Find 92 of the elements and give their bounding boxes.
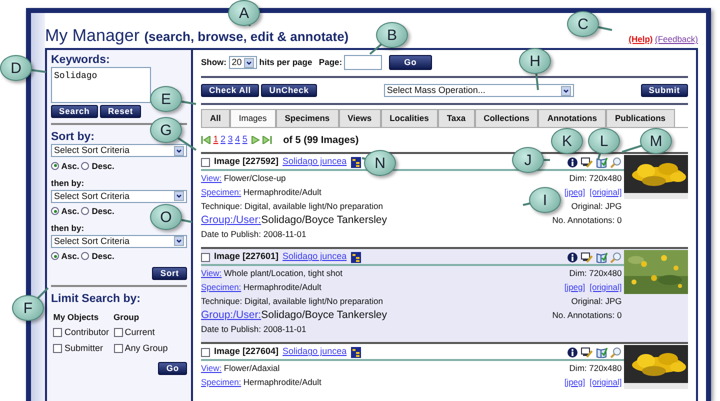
hits-label: hits per page [259, 56, 312, 70]
format-text: Original: JPG [570, 295, 622, 308]
file-link[interactable]: [jpeg] [564, 375, 586, 389]
checkbox-label: Contributor [64, 326, 110, 339]
dimensions-text: Dim: 720x480 [568, 267, 622, 280]
tab[interactable]: Views [338, 109, 381, 127]
feedback-link[interactable]: (Feedback) [655, 33, 698, 46]
sort-button[interactable]: Sort [152, 267, 187, 280]
image-title: Image [227601] [214, 250, 279, 264]
checkbox-label: Any Group [124, 342, 168, 355]
column-heading: My Objects [53, 310, 100, 324]
tab[interactable]: Taxa [438, 109, 475, 127]
check-all-button[interactable]: Check All [201, 84, 260, 98]
field-text: Technique: Digital, available light/No preparation [201, 200, 384, 213]
keywords-field[interactable]: Solidago [51, 67, 151, 103]
field-text: Date to Publish: 2008-11-01 [201, 323, 308, 336]
field-value: Flower/Adaxial [224, 362, 280, 375]
annotation-count: No. Annotations: 0 [552, 309, 622, 322]
radio-label: Desc. [92, 160, 114, 172]
page-link[interactable]: 3 [228, 133, 233, 147]
radio-label: Asc. [61, 160, 80, 172]
help-link[interactable]: (Help) [628, 33, 653, 46]
tab[interactable]: Annotations [538, 109, 606, 127]
page-link[interactable]: 1 [213, 133, 218, 147]
tab[interactable]: Images [230, 109, 276, 127]
submit-button[interactable]: Submit [640, 84, 688, 98]
page-label: Page: [318, 56, 342, 70]
owner-value: Solidago/Boyce Tankersley [261, 213, 387, 227]
checkbox-label: Submitter [64, 342, 104, 354]
radio-label: Desc. [92, 204, 114, 218]
tab[interactable]: Specimens [276, 109, 339, 127]
field-text: Date to Publish: 2008-11-01 [201, 228, 308, 241]
file-link[interactable]: [original] [590, 185, 622, 199]
page-link[interactable]: 4 [235, 133, 240, 147]
sort-select[interactable]: Select Sort Criteria [51, 190, 187, 202]
go-button[interactable]: Go [158, 362, 187, 375]
keywords-label: Keywords: [51, 53, 111, 67]
file-link[interactable]: [original] [590, 280, 622, 294]
field-link[interactable]: View: [201, 361, 222, 375]
dimensions-text: Dim: 720x480 [568, 172, 622, 185]
format-text: Original: JPG [570, 200, 622, 213]
radio-label: Desc. [92, 250, 114, 263]
sort-then-label: then by: [51, 222, 86, 235]
owner-value: Solidago/Boyce Tankersley [261, 308, 387, 322]
tab[interactable]: Collections [474, 109, 538, 127]
field-link[interactable]: Specimen: [201, 375, 242, 389]
group-user-link[interactable]: Group:/User: [201, 308, 262, 322]
sort-select[interactable]: Select Sort Criteria [51, 144, 187, 158]
search-button[interactable]: Search [51, 105, 98, 118]
annotation-count: No. Annotations: 0 [552, 214, 622, 227]
field-link[interactable]: Specimen: [201, 185, 242, 199]
sort-select[interactable]: Select Sort Criteria [51, 234, 187, 248]
field-value: Hermaphrodite/Adult [243, 281, 322, 294]
per-page-select[interactable]: 20 [228, 56, 258, 70]
field-link[interactable]: View: [201, 266, 222, 280]
dimensions-text: Dim: 720x480 [568, 362, 622, 375]
reset-button[interactable]: Reset [100, 105, 142, 118]
taxon-link[interactable]: Solidago juncea [282, 345, 347, 359]
taxon-link[interactable]: Solidago juncea [282, 155, 347, 169]
field-value: Flower/Close-up [224, 172, 286, 185]
field-value: Hermaphrodite/Adult [243, 186, 322, 199]
group-user-link[interactable]: Group:/User: [201, 213, 262, 227]
page-title: My Manager (search, browse, edit & annotate) [45, 25, 349, 47]
results-summary: of 5 (99 Images) [283, 134, 359, 148]
field-value: Hermaphrodite/Adult [243, 376, 322, 389]
sort-then-label: then by: [51, 176, 86, 190]
checkbox-label: Current [124, 326, 155, 339]
field-text: Technique: Digital, available light/No preparation [201, 295, 384, 308]
taxon-link[interactable]: Solidago juncea [282, 250, 347, 264]
column-heading: Group [114, 310, 140, 324]
uncheck-button[interactable]: UnCheck [261, 84, 317, 98]
image-title: Image [227604] [214, 345, 279, 358]
callout-bubble: A [228, 0, 260, 26]
field-link[interactable]: View: [201, 171, 222, 185]
show-label: Show: [201, 56, 226, 70]
tab[interactable]: Publications [606, 109, 674, 127]
go-button[interactable]: Go [389, 55, 432, 70]
file-link[interactable]: [jpeg] [564, 185, 586, 199]
callout-bubble: F [12, 295, 44, 321]
tab[interactable]: All [201, 109, 230, 127]
image-title: Image [227592] [214, 155, 279, 168]
radio-label: Asc. [61, 250, 80, 263]
file-link[interactable]: [original] [590, 375, 622, 389]
page-link[interactable]: 2 [220, 133, 226, 147]
mass-operation-select[interactable]: Select Mass Operation... [384, 84, 574, 98]
tab[interactable]: Localities [380, 109, 438, 127]
radio-label: Asc. [61, 204, 80, 218]
field-value: Whole plant/Location, tight shot [224, 267, 342, 280]
limit-search-label: Limit Search by: [51, 292, 142, 306]
file-link[interactable]: [jpeg] [564, 280, 586, 294]
field-link[interactable]: Specimen: [201, 280, 242, 294]
page-link[interactable]: 5 [242, 133, 248, 147]
